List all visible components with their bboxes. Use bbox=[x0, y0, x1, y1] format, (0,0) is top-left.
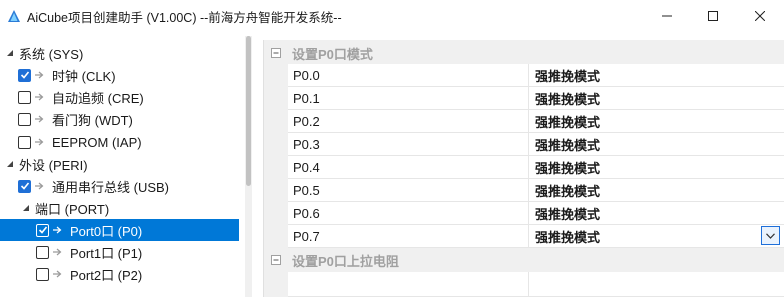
tree-item-label: EEPROM (IAP) bbox=[52, 134, 142, 150]
expanded-chevron-icon[interactable] bbox=[5, 159, 15, 169]
tree-scrollbar[interactable] bbox=[245, 36, 252, 297]
tree-item-label: 通用串行总线 (USB) bbox=[52, 179, 170, 195]
property-name: P0.7 bbox=[288, 225, 529, 247]
property-row[interactable] bbox=[288, 272, 784, 297]
maximize-icon bbox=[708, 11, 718, 21]
property-name bbox=[288, 272, 529, 297]
property-value[interactable]: 强推挽模式 bbox=[529, 64, 784, 86]
tree-item-port2[interactable]: Port2口 (P2) bbox=[0, 263, 239, 285]
property-value[interactable]: 强推挽模式 bbox=[529, 156, 784, 178]
property-row[interactable]: P0.4 强推挽模式 bbox=[288, 156, 784, 179]
module-tree[interactable]: 系统 (SYS) 时钟 (CLK) 自动追频 (CRE) 看门狗 (WDT) E… bbox=[0, 40, 239, 297]
arrow-right-icon bbox=[53, 247, 63, 257]
checkbox-port1[interactable] bbox=[36, 245, 49, 259]
expanded-chevron-icon[interactable] bbox=[5, 48, 15, 58]
maximize-button[interactable] bbox=[690, 0, 736, 32]
property-value[interactable]: 强推挽模式 bbox=[529, 87, 784, 109]
tree-item-label: 外设 (PERI) bbox=[19, 157, 88, 173]
checkbox-iap[interactable] bbox=[18, 135, 31, 149]
property-value[interactable]: 强推挽模式 bbox=[529, 110, 784, 132]
tree-item-cre[interactable]: 自动追频 (CRE) bbox=[0, 86, 239, 108]
pane-splitter[interactable] bbox=[252, 36, 262, 297]
tree-item-label: 系统 (SYS) bbox=[19, 46, 84, 62]
property-value[interactable]: 强推挽模式 bbox=[529, 179, 784, 201]
arrow-right-icon bbox=[53, 269, 63, 279]
tree-item-label: Port2口 (P2) bbox=[70, 267, 143, 283]
property-value[interactable]: 强推挽模式 bbox=[529, 133, 784, 155]
property-row[interactable]: P0.2 强推挽模式 bbox=[288, 110, 784, 133]
arrow-right-icon bbox=[35, 70, 45, 80]
arrow-right-icon bbox=[53, 225, 63, 235]
tree-item-label: 时钟 (CLK) bbox=[52, 68, 116, 84]
tree-item-label: Port1口 (P1) bbox=[70, 245, 143, 261]
tree-item-label: 自动追频 (CRE) bbox=[52, 90, 144, 106]
scrollbar-thumb[interactable] bbox=[246, 36, 251, 186]
property-name: P0.4 bbox=[288, 156, 529, 178]
property-name: P0.5 bbox=[288, 179, 529, 201]
category-p0-mode[interactable]: 设置P0口模式 bbox=[264, 42, 784, 64]
tree-item-label: 看门狗 (WDT) bbox=[52, 112, 133, 128]
dropdown-button[interactable] bbox=[761, 226, 780, 245]
checkbox-usb[interactable] bbox=[18, 179, 31, 193]
property-row-active[interactable]: P0.7 强推挽模式 bbox=[288, 225, 784, 248]
property-name: P0.0 bbox=[288, 64, 529, 86]
property-value-text: 强推挽模式 bbox=[535, 229, 601, 245]
chevron-down-icon bbox=[766, 232, 775, 239]
app-icon bbox=[7, 9, 21, 23]
tree-item-wdt[interactable]: 看门狗 (WDT) bbox=[0, 108, 239, 130]
tree-item-label: 端口 (PORT) bbox=[35, 201, 110, 217]
tree-item-iap[interactable]: EEPROM (IAP) bbox=[0, 131, 239, 153]
property-row[interactable]: P0.5 强推挽模式 bbox=[288, 179, 784, 202]
tree-item-port1[interactable]: Port1口 (P1) bbox=[0, 241, 239, 263]
property-name: P0.2 bbox=[288, 110, 529, 132]
arrow-right-icon bbox=[35, 92, 45, 102]
property-value[interactable]: 强推挽模式 bbox=[529, 225, 784, 247]
category-label: 设置P0口模式 bbox=[292, 46, 373, 62]
arrow-right-icon bbox=[35, 137, 45, 147]
minimize-button[interactable] bbox=[644, 0, 690, 32]
category-p0-pullup[interactable]: 设置P0口上拉电阻 bbox=[264, 249, 784, 271]
property-row[interactable]: P0.0 强推挽模式 bbox=[288, 64, 784, 87]
checkbox-port0[interactable] bbox=[36, 223, 49, 237]
arrow-right-icon bbox=[35, 181, 45, 191]
property-name: P0.6 bbox=[288, 202, 529, 224]
title-bar: AiCube项目创建助手 (V1.00C) --前海方舟智能开发系统-- bbox=[0, 0, 784, 32]
tree-item-peri[interactable]: 外设 (PERI) bbox=[0, 153, 239, 175]
category-label: 设置P0口上拉电阻 bbox=[292, 253, 399, 269]
expanded-chevron-icon[interactable] bbox=[21, 203, 31, 213]
tree-item-usb[interactable]: 通用串行总线 (USB) bbox=[0, 175, 239, 197]
tree-item-port[interactable]: 端口 (PORT) bbox=[0, 197, 239, 219]
checkbox-port2[interactable] bbox=[36, 267, 49, 281]
window-controls bbox=[644, 0, 784, 32]
tree-item-clk[interactable]: 时钟 (CLK) bbox=[0, 64, 239, 86]
close-button[interactable] bbox=[736, 0, 784, 32]
collapse-icon[interactable] bbox=[264, 42, 288, 64]
tree-item-port0[interactable]: Port0口 (P0) bbox=[0, 219, 239, 241]
property-grid: 设置P0口模式 P0.0 强推挽模式 P0.1 强推挽模式 P0.2 强推挽模式… bbox=[263, 40, 784, 297]
property-name: P0.3 bbox=[288, 133, 529, 155]
property-row[interactable]: P0.3 强推挽模式 bbox=[288, 133, 784, 156]
checkbox-wdt[interactable] bbox=[18, 112, 31, 126]
property-value[interactable]: 强推挽模式 bbox=[529, 202, 784, 224]
property-row[interactable]: P0.6 强推挽模式 bbox=[288, 202, 784, 225]
collapse-icon[interactable] bbox=[264, 249, 288, 271]
property-name: P0.1 bbox=[288, 87, 529, 109]
checkbox-clk[interactable] bbox=[18, 68, 31, 82]
arrow-right-icon bbox=[35, 114, 45, 124]
property-row[interactable]: P0.1 强推挽模式 bbox=[288, 87, 784, 110]
close-icon bbox=[755, 11, 765, 21]
minimize-icon bbox=[662, 15, 672, 17]
tree-item-sys[interactable]: 系统 (SYS) bbox=[0, 42, 239, 64]
tree-item-label: Port0口 (P0) bbox=[70, 223, 143, 239]
property-value[interactable] bbox=[529, 272, 784, 297]
checkbox-cre[interactable] bbox=[18, 90, 31, 104]
window-title: AiCube项目创建助手 (V1.00C) --前海方舟智能开发系统-- bbox=[27, 10, 342, 25]
